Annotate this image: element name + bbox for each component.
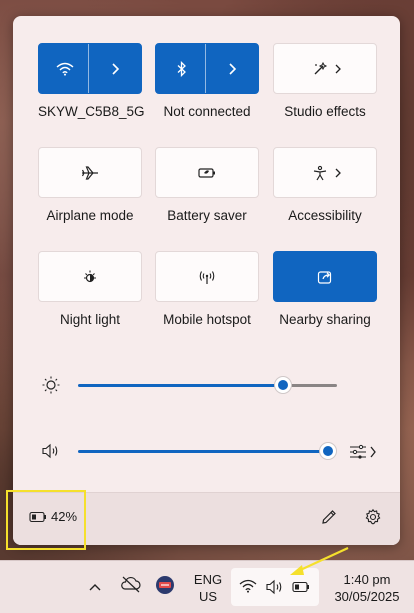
show-hidden-icons-button[interactable] <box>88 579 102 597</box>
brightness-icon <box>41 375 61 395</box>
wifi-icon <box>239 579 257 593</box>
nearby-sharing-button[interactable] <box>273 251 377 302</box>
clock-date: 30/05/2025 <box>334 589 400 604</box>
tile-label: Accessibility <box>288 208 362 223</box>
annotation-arrow <box>290 547 349 575</box>
studio-effects-button[interactable] <box>273 43 377 94</box>
chevron-up-icon <box>88 582 102 592</box>
brightness-track-fill <box>78 384 283 387</box>
tile-label: Not connected <box>163 104 251 119</box>
tile-label: Night light <box>59 312 121 327</box>
chevron-right-icon <box>110 62 120 76</box>
cloud-offline-icon <box>120 575 142 593</box>
onedrive-tray-button[interactable] <box>120 575 142 598</box>
tile-airplane-mode: Airplane mode <box>38 147 142 223</box>
chevron-right-icon <box>334 63 342 75</box>
wifi-icon <box>56 62 74 76</box>
gear-icon <box>364 508 382 526</box>
bluetooth-toggle-button[interactable] <box>155 43 259 94</box>
brightness-slider[interactable] <box>41 370 386 400</box>
bluetooth-icon <box>176 60 188 77</box>
edit-quick-settings-button[interactable] <box>320 508 338 531</box>
airplane-icon <box>81 165 99 181</box>
language-code: ENG <box>193 572 223 587</box>
tile-label: Mobile hotspot <box>163 312 251 327</box>
tile-nearby-sharing: Nearby sharing <box>273 251 377 327</box>
volume-thumb[interactable] <box>319 442 337 460</box>
night-light-icon <box>81 268 99 286</box>
tile-label: Nearby sharing <box>279 312 371 327</box>
battery-saver-button[interactable] <box>155 147 259 198</box>
tile-label: Battery saver <box>167 208 247 223</box>
nearby-sharing-icon <box>317 269 333 285</box>
region-code: US <box>198 589 218 604</box>
tile-label: Airplane mode <box>46 208 134 223</box>
audio-mixer-button[interactable] <box>348 442 378 467</box>
wifi-expand-button[interactable] <box>88 44 141 93</box>
mobile-hotspot-button[interactable] <box>155 251 259 302</box>
brightness-thumb[interactable] <box>273 376 292 394</box>
tile-studio-effects: Studio effects <box>273 43 377 119</box>
tile-bluetooth: Not connected <box>155 43 259 119</box>
pencil-icon <box>320 508 338 526</box>
accessibility-icon <box>312 165 328 181</box>
app-tray-button[interactable] <box>155 575 175 600</box>
tile-night-light: Night light <box>38 251 142 327</box>
battery-saver-icon <box>197 166 217 180</box>
language-indicator[interactable]: ENG US <box>190 571 226 605</box>
chevron-right-icon <box>334 167 342 179</box>
chevron-right-icon <box>227 62 237 76</box>
volume-slider[interactable] <box>41 436 386 466</box>
bluetooth-expand-button[interactable] <box>205 44 258 93</box>
annotation-highlight-box <box>6 490 86 550</box>
studio-effects-icon <box>312 61 328 77</box>
tile-wifi: SKYW_C5B8_5G <box>38 43 145 119</box>
tile-battery-saver: Battery saver <box>155 147 259 223</box>
mobile-hotspot-icon <box>198 269 216 285</box>
quick-settings-panel: SKYW_C5B8_5G Not connected Studio effect… <box>13 16 400 545</box>
app-tray-icon <box>155 575 175 595</box>
speaker-icon <box>41 442 61 460</box>
audio-mixer-icon <box>348 442 378 462</box>
bluetooth-toggle[interactable] <box>156 44 207 93</box>
night-light-button[interactable] <box>38 251 142 302</box>
wifi-toggle[interactable] <box>39 44 90 93</box>
tile-mobile-hotspot: Mobile hotspot <box>155 251 259 327</box>
volume-track-fill <box>78 450 328 453</box>
settings-button[interactable] <box>364 508 382 531</box>
wifi-toggle-button[interactable] <box>38 43 142 94</box>
tile-label: Studio effects <box>284 104 366 119</box>
tile-label: SKYW_C5B8_5G <box>38 104 145 119</box>
accessibility-button[interactable] <box>273 147 377 198</box>
airplane-mode-button[interactable] <box>38 147 142 198</box>
tile-accessibility: Accessibility <box>273 147 377 223</box>
